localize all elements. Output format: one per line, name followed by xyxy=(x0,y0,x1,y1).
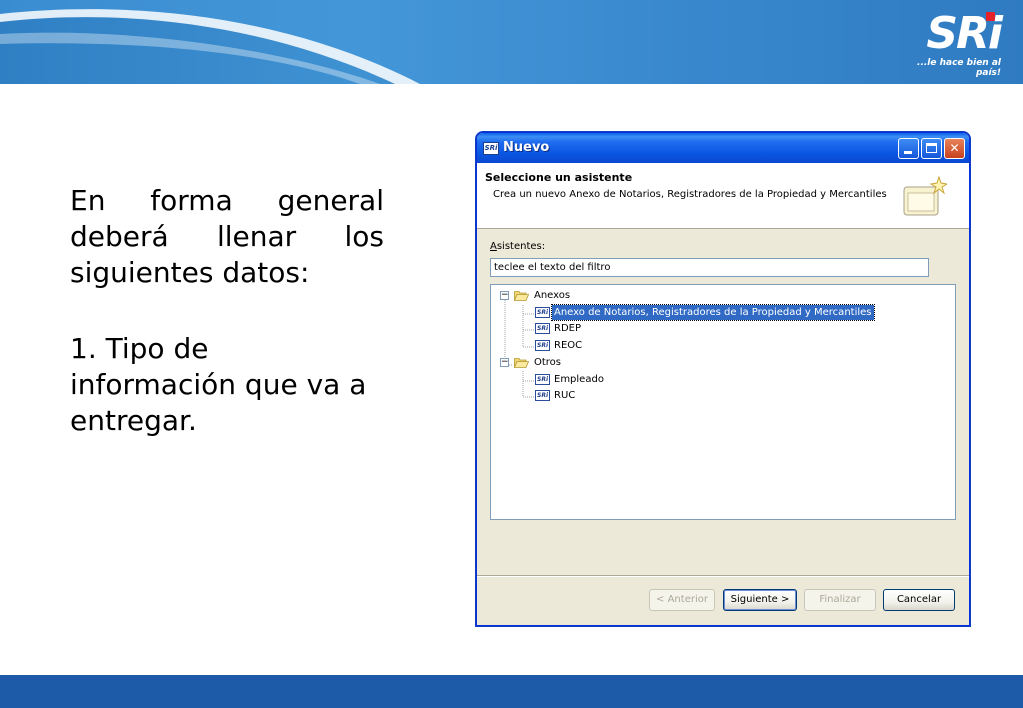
wizard-icon xyxy=(903,175,947,216)
maximize-button[interactable] xyxy=(921,138,942,159)
tree-group-label: Anexos xyxy=(534,290,571,301)
tree-group-label: Otros xyxy=(534,357,562,368)
slide-paragraph: En forma general deberá llenar los sigui… xyxy=(70,184,384,289)
new-wizard-dialog: SRi Nuevo ✕ Seleccione un asistente Crea… xyxy=(476,132,970,626)
tree-item-label: RDEP xyxy=(554,323,581,334)
wizard-header-description: Crea un nuevo Anexo de Notarios, Registr… xyxy=(493,189,887,200)
footer-bar xyxy=(0,675,1023,708)
dialog-titlebar[interactable]: SRi Nuevo ✕ xyxy=(477,133,969,163)
header-banner: SRi ...le hace bien al país! xyxy=(0,0,1023,84)
asistentes-label: Asistentes: xyxy=(490,241,545,252)
sri-item-icon: SRi xyxy=(535,390,550,401)
next-button[interactable]: Siguiente > xyxy=(723,589,797,611)
minimize-icon xyxy=(904,151,912,154)
banner-swoosh xyxy=(0,0,1023,84)
dialog-title: Nuevo xyxy=(503,140,550,155)
slide-text: En forma general deberá llenar los sigui… xyxy=(70,183,384,439)
close-icon: ✕ xyxy=(949,141,960,155)
wizard-header: Seleccione un asistente Crea un nuevo An… xyxy=(477,163,969,229)
tree-item-label: RUC xyxy=(554,390,576,401)
logo-red-dot xyxy=(986,12,995,21)
folder-open-icon xyxy=(514,358,529,368)
sri-item-icon: SRi xyxy=(535,307,550,318)
filter-input[interactable] xyxy=(490,258,929,277)
minimize-button[interactable] xyxy=(898,138,919,159)
collapse-toggle-icon[interactable]: − xyxy=(500,291,509,300)
wizard-header-title: Seleccione un asistente xyxy=(485,171,633,184)
sri-logo: SRi ...le hace bien al país! xyxy=(891,8,1003,78)
logo-tagline: ...le hace bien al país! xyxy=(917,58,1001,78)
sri-item-icon: SRi xyxy=(535,374,550,385)
finish-button[interactable]: Finalizar xyxy=(804,589,876,611)
collapse-toggle-icon[interactable]: − xyxy=(500,358,509,367)
close-button[interactable]: ✕ xyxy=(944,138,965,159)
folder-open-icon xyxy=(514,291,529,301)
button-bar-separator xyxy=(477,575,969,577)
asistentes-label-accesskey: A xyxy=(490,241,497,252)
tree-item-label: Anexo de Notarios, Registradores de la P… xyxy=(551,304,875,321)
tree-item-label: REOC xyxy=(554,340,583,351)
asistentes-label-text: sistentes: xyxy=(496,241,546,252)
slide-list-item-line: 1. Tipo de xyxy=(70,332,209,365)
previous-button[interactable]: < Anterior xyxy=(649,589,715,611)
cancel-button[interactable]: Cancelar xyxy=(883,589,955,611)
slide-list-item-line: información que va a xyxy=(70,368,367,401)
tree-item-label: Empleado xyxy=(554,374,604,385)
logo-text: SRi xyxy=(926,8,1003,59)
sri-item-icon: SRi xyxy=(535,340,550,351)
wizard-tree[interactable]: − Anexos SRi Anexo de Notarios, Registra… xyxy=(490,284,956,520)
sri-item-icon: SRi xyxy=(535,323,550,334)
sri-app-icon: SRi xyxy=(483,142,499,155)
maximize-icon xyxy=(926,143,937,153)
slide-list-item-line: entregar. xyxy=(70,404,197,437)
